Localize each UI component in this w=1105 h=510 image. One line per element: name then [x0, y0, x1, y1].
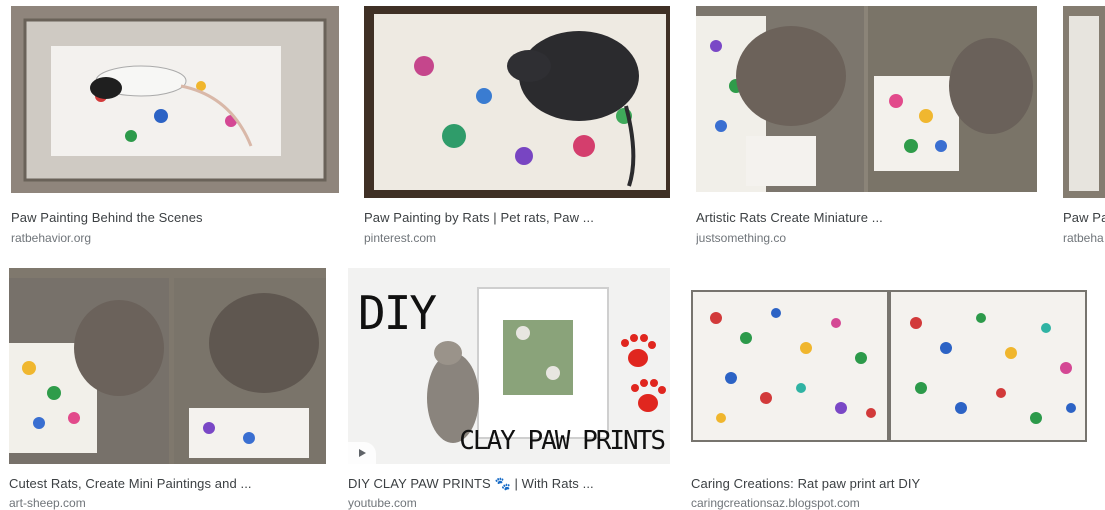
result-title[interactable]: Paw Pa [1063, 210, 1105, 225]
result-card-7[interactable]: Caring Creations: Rat paw print art DIY … [691, 268, 1087, 510]
result-title[interactable]: DIY CLAY PAW PRINTS 🐾 | With Rats ... [348, 476, 666, 492]
result-thumbnail[interactable] [364, 6, 670, 198]
image-results-grid: Paw Painting Behind the Scenes ratbehavi… [0, 0, 1105, 510]
result-title[interactable]: Paw Painting Behind the Scenes [11, 210, 331, 225]
partial-thumbnail-image [1063, 6, 1105, 198]
cute-rats-mini-paintings-image [9, 268, 326, 464]
result-thumbnail[interactable] [691, 268, 1087, 464]
result-card-4[interactable]: Paw Pa ratbeha [1063, 6, 1105, 246]
result-source[interactable]: pinterest.com [364, 231, 664, 245]
result-title[interactable]: Cutest Rats, Create Mini Paintings and .… [9, 476, 319, 491]
result-source[interactable]: ratbehavior.org [11, 231, 331, 245]
result-title[interactable]: Artistic Rats Create Miniature ... [696, 210, 1026, 225]
paw-print-art-image [691, 268, 1087, 464]
result-card-6[interactable]: DIY CLAY PAW PRINTS DIY CLAY PAW PRINTS … [348, 268, 670, 510]
result-thumbnail[interactable] [9, 268, 326, 464]
result-thumbnail[interactable]: DIY CLAY PAW PRINTS [348, 268, 670, 464]
thumb-overlay-text-top: DIY [358, 286, 437, 340]
rat-painting-tray-image [11, 6, 339, 193]
result-source[interactable]: ratbeha [1063, 231, 1105, 245]
result-thumbnail[interactable] [11, 6, 339, 193]
result-title[interactable]: Paw Painting by Rats | Pet rats, Paw ... [364, 210, 664, 225]
result-card-3[interactable]: Artistic Rats Create Miniature ... justs… [696, 6, 1037, 246]
result-source[interactable]: youtube.com [348, 496, 666, 510]
thumb-overlay-text-bottom: CLAY PAW PRINTS [459, 426, 666, 456]
result-thumbnail[interactable] [1063, 6, 1105, 198]
result-card-5[interactable]: Cutest Rats, Create Mini Paintings and .… [9, 268, 326, 510]
result-source[interactable]: justsomething.co [696, 231, 1026, 245]
rats-with-mini-paintings-image [696, 6, 1037, 192]
result-title[interactable]: Caring Creations: Rat paw print art DIY [691, 476, 1087, 491]
result-thumbnail[interactable] [696, 6, 1037, 192]
result-source[interactable]: caringcreationsaz.blogspot.com [691, 496, 1087, 510]
play-badge [348, 442, 376, 464]
result-source[interactable]: art-sheep.com [9, 496, 319, 510]
result-card-2[interactable]: Paw Painting by Rats | Pet rats, Paw ...… [364, 6, 670, 246]
result-card-1[interactable]: Paw Painting Behind the Scenes ratbehavi… [11, 6, 339, 246]
play-icon [359, 449, 366, 457]
rat-on-canvas-image [364, 6, 670, 198]
